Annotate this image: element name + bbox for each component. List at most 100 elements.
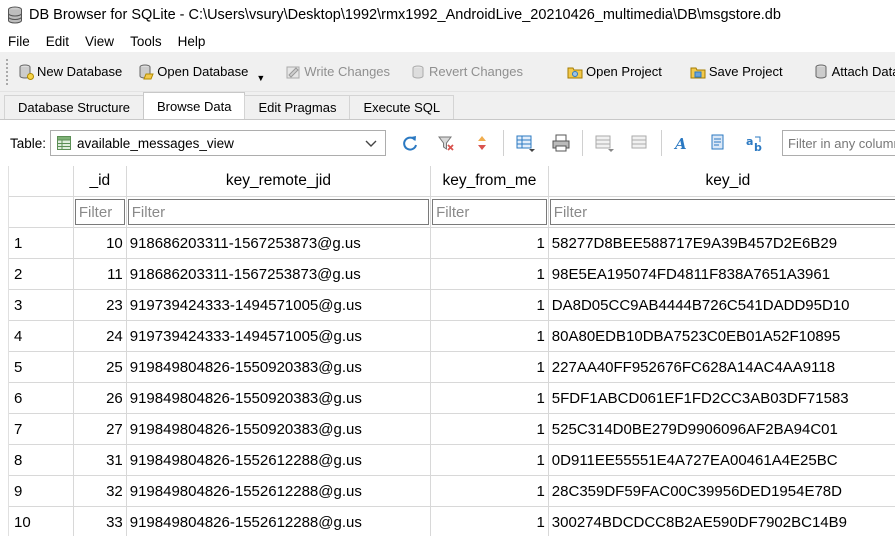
key-remote-jid-cell[interactable]: 919849804826-1550920383@g.us: [126, 414, 432, 445]
id-cell[interactable]: 27: [73, 414, 127, 445]
filter-input-id[interactable]: Filter: [74, 199, 125, 225]
column-header-key-id[interactable]: key_id: [548, 166, 895, 197]
id-cell[interactable]: 11: [73, 259, 127, 290]
table-row[interactable]: 10 33 919849804826-1552612288@g.us 1 300274B…: [9, 507, 895, 536]
key-from-me-cell[interactable]: 1: [431, 228, 549, 259]
revert-changes-button[interactable]: Revert Changes: [404, 57, 529, 87]
key-id-cell[interactable]: 0D911EE55551E4A727EA00461A4E25BC: [548, 445, 895, 476]
id-cell[interactable]: 23: [73, 290, 127, 321]
key-remote-jid-cell[interactable]: 919739424333-1494571005@g.us: [126, 290, 432, 321]
filter-input-key-from-me[interactable]: Filter: [432, 199, 547, 225]
toolbar-grip[interactable]: [6, 58, 8, 85]
id-cell[interactable]: 10: [73, 228, 127, 259]
font-button[interactable]: A: [665, 128, 701, 158]
delete-record-button[interactable]: [622, 128, 658, 158]
refresh-button[interactable]: [392, 128, 428, 158]
open-database-dropdown-icon[interactable]: ▼: [256, 73, 265, 83]
menu-help[interactable]: Help: [170, 34, 214, 49]
table-row[interactable]: 9 32 919849804826-1552612288@g.us 1 28C359DF…: [9, 476, 895, 507]
filter-any-column-input[interactable]: Filter in any column: [782, 130, 895, 156]
sort-button[interactable]: [464, 128, 500, 158]
row-number-cell[interactable]: 8: [9, 445, 74, 476]
table-row[interactable]: 4 24 919739424333-1494571005@g.us 1 80A80EDB…: [9, 321, 895, 352]
id-cell[interactable]: 25: [73, 352, 127, 383]
key-remote-jid-cell[interactable]: 919739424333-1494571005@g.us: [126, 321, 432, 352]
key-from-me-cell[interactable]: 1: [431, 290, 549, 321]
column-header-key-from-me[interactable]: key_from_me: [431, 166, 549, 197]
find-button[interactable]: [701, 128, 737, 158]
key-from-me-cell[interactable]: 1: [431, 414, 549, 445]
key-id-cell[interactable]: 58277D8BEE588717E9A39B457D2E6B29: [548, 228, 895, 259]
save-table-as-button[interactable]: [507, 128, 543, 158]
row-number-cell[interactable]: 2: [9, 259, 74, 290]
id-cell[interactable]: 26: [73, 383, 127, 414]
key-remote-jid-cell[interactable]: 919849804826-1550920383@g.us: [126, 352, 432, 383]
id-cell[interactable]: 31: [73, 445, 127, 476]
key-id-cell[interactable]: 28C359DF59FAC00C39956DED1954E78D: [548, 476, 895, 507]
column-header-key-remote-jid[interactable]: key_remote_jid: [126, 166, 432, 197]
key-remote-jid-cell[interactable]: 919849804826-1552612288@g.us: [126, 445, 432, 476]
key-from-me-cell[interactable]: 1: [431, 352, 549, 383]
menu-tools[interactable]: Tools: [122, 34, 170, 49]
row-number-cell[interactable]: 10: [9, 507, 74, 536]
key-id-cell[interactable]: 300274BDCDCC8B2AE590DF7902BC14B9: [549, 507, 895, 536]
filter-input-key-remote-jid[interactable]: Filter: [127, 199, 430, 225]
key-from-me-cell[interactable]: 1: [431, 445, 549, 476]
row-number-cell[interactable]: 7: [9, 414, 74, 445]
key-id-cell[interactable]: 227AA40FF952676FC628A14AC4AA9118: [548, 352, 895, 383]
filter-input-key-id[interactable]: Filter: [549, 199, 895, 225]
tab-execute-sql[interactable]: Execute SQL: [349, 95, 455, 119]
menu-file[interactable]: File: [0, 34, 38, 49]
write-changes-button[interactable]: Write Changes: [279, 57, 396, 87]
table-row[interactable]: 3 23 919739424333-1494571005@g.us 1 DA8D05CC…: [9, 290, 895, 321]
table-select[interactable]: available_messages_view: [50, 130, 387, 156]
id-cell[interactable]: 32: [73, 476, 127, 507]
table-row[interactable]: 8 31 919849804826-1552612288@g.us 1 0D911EE5…: [9, 445, 895, 476]
row-number-cell[interactable]: 5: [9, 352, 74, 383]
open-database-button[interactable]: Open Database ▼: [132, 57, 271, 87]
key-remote-jid-cell[interactable]: 918686203311-1567253873@g.us: [126, 259, 432, 290]
id-cell[interactable]: 33: [74, 507, 127, 536]
attach-database-button[interactable]: Attach Database: [807, 57, 895, 87]
row-number-cell[interactable]: 3: [9, 290, 74, 321]
key-from-me-cell[interactable]: 1: [431, 476, 549, 507]
id-cell[interactable]: 24: [73, 321, 127, 352]
tab-edit-pragmas[interactable]: Edit Pragmas: [244, 95, 351, 119]
key-id-cell[interactable]: 80A80EDB10DBA7523C0EB01A52F10895: [548, 321, 895, 352]
row-number-cell[interactable]: 4: [9, 321, 74, 352]
save-project-button[interactable]: Save Project: [684, 57, 789, 87]
key-id-cell[interactable]: 525C314D0BE279D9906096AF2BA94C01: [548, 414, 895, 445]
open-project-button[interactable]: Open Project: [561, 57, 668, 87]
column-header-id[interactable]: _id: [73, 166, 127, 197]
new-database-button[interactable]: New Database: [12, 57, 128, 87]
insert-record-button[interactable]: [586, 128, 622, 158]
key-remote-jid-cell[interactable]: 919849804826-1552612288@g.us: [126, 476, 432, 507]
key-from-me-cell[interactable]: 1: [431, 321, 549, 352]
key-remote-jid-cell[interactable]: 918686203311-1567253873@g.us: [126, 228, 432, 259]
key-id-cell[interactable]: DA8D05CC9AB4444B726C541DADD95D10: [548, 290, 895, 321]
filter-cell-id: Filter: [73, 197, 127, 228]
key-remote-jid-cell[interactable]: 919849804826-1552612288@g.us: [127, 507, 432, 536]
menu-edit[interactable]: Edit: [38, 34, 77, 49]
key-from-me-cell[interactable]: 1: [431, 259, 549, 290]
clear-filters-button[interactable]: [428, 128, 464, 158]
tab-database-structure[interactable]: Database Structure: [4, 95, 145, 119]
find-replace-button[interactable]: ab: [737, 128, 773, 158]
menu-view[interactable]: View: [77, 34, 122, 49]
row-number-cell[interactable]: 6: [9, 383, 74, 414]
key-id-cell[interactable]: 98E5EA195074FD4811F838A7651A3961: [548, 259, 895, 290]
row-number-cell[interactable]: 9: [9, 476, 74, 507]
row-number-cell[interactable]: 1: [9, 228, 74, 259]
table-row[interactable]: 6 26 919849804826-1550920383@g.us 1 5FDF1ABC…: [9, 383, 895, 414]
print-button[interactable]: [543, 128, 579, 158]
table-row[interactable]: 1 10 918686203311-1567253873@g.us 1 58277D8B…: [9, 228, 895, 259]
tab-browse-data[interactable]: Browse Data: [143, 92, 246, 119]
table-row[interactable]: 7 27 919849804826-1550920383@g.us 1 525C314D…: [9, 414, 895, 445]
key-id-cell[interactable]: 5FDF1ABCD061EF1FD2CC3AB03DF71583: [548, 383, 895, 414]
table-row[interactable]: 2 11 918686203311-1567253873@g.us 1 98E5EA19…: [9, 259, 895, 290]
key-remote-jid-cell[interactable]: 919849804826-1550920383@g.us: [126, 383, 432, 414]
key-from-me-cell[interactable]: 1: [431, 383, 549, 414]
key-from-me-cell[interactable]: 1: [431, 507, 549, 536]
row-number-header[interactable]: [9, 166, 74, 197]
table-row[interactable]: 5 25 919849804826-1550920383@g.us 1 227AA40F…: [9, 352, 895, 383]
